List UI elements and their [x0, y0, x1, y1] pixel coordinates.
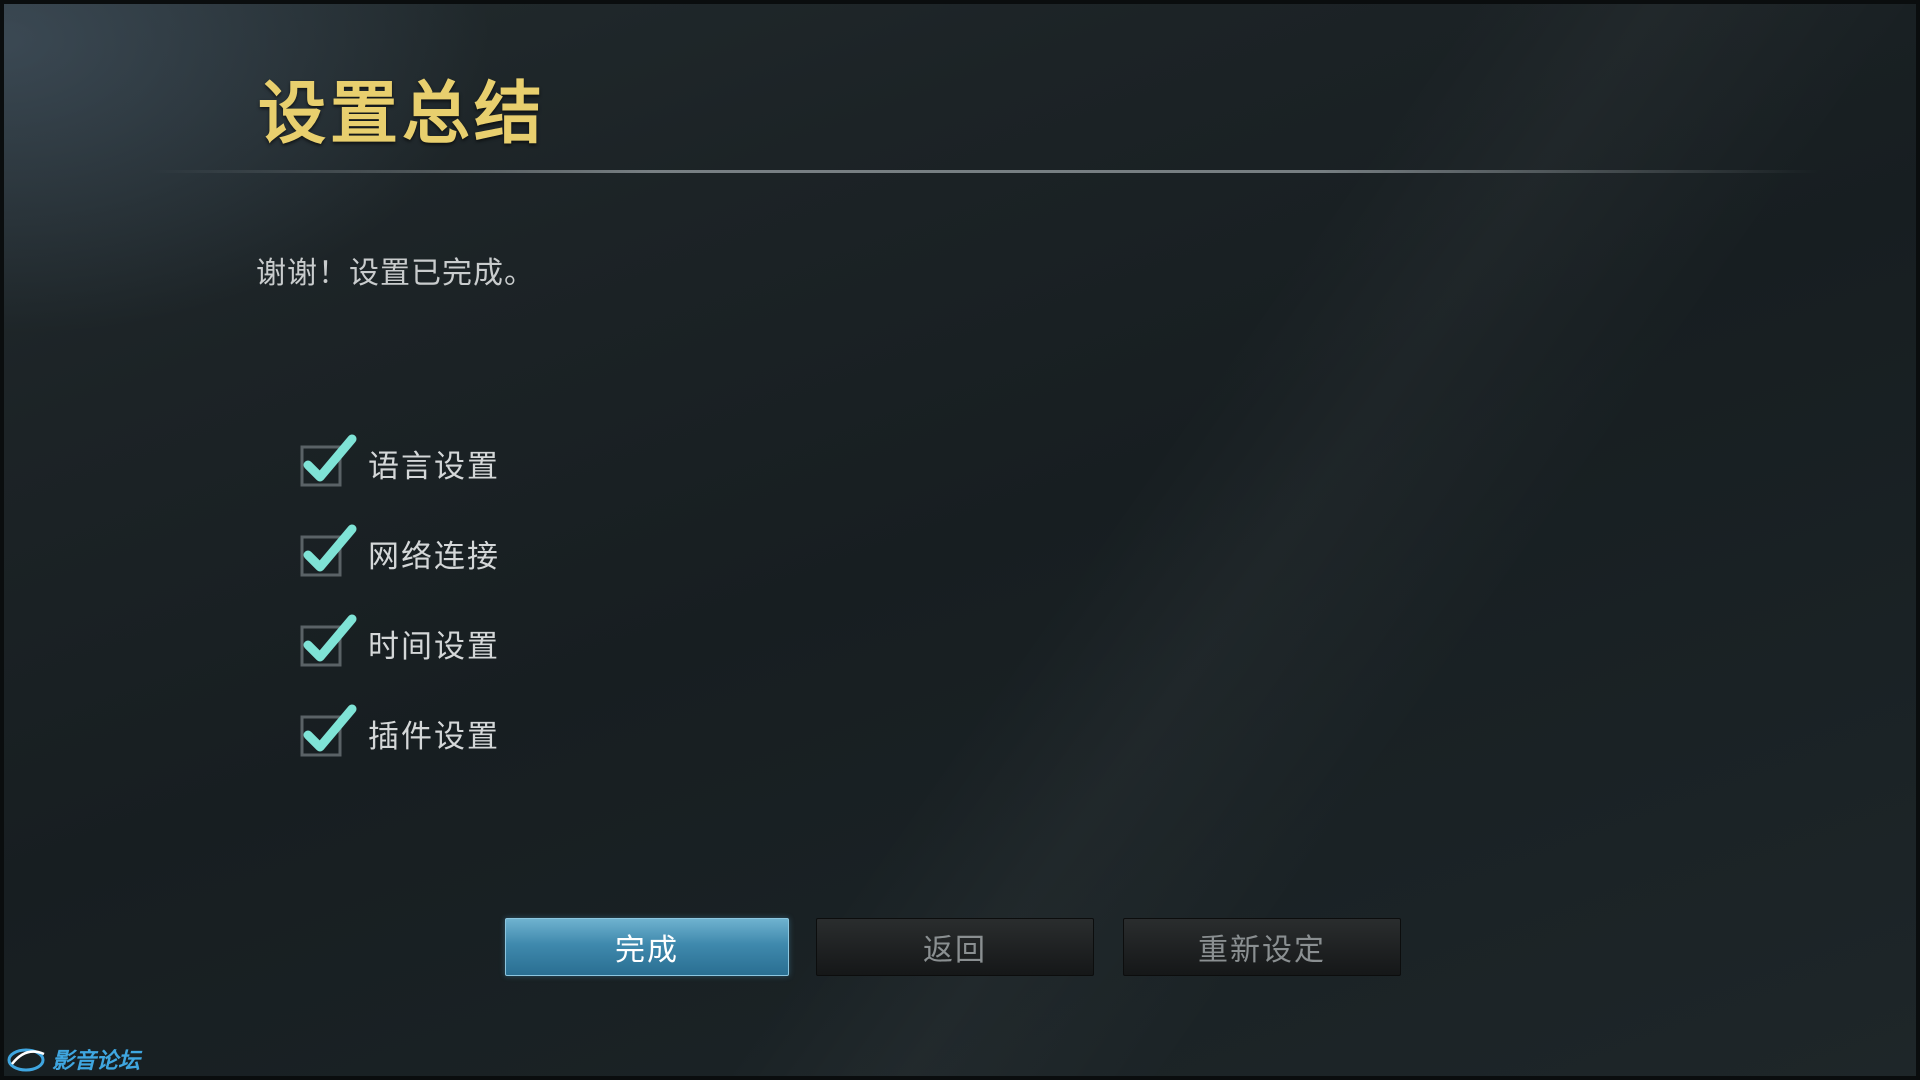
watermark-text: 影音论坛	[52, 1049, 141, 1074]
back-button[interactable]: 返回	[816, 918, 1094, 976]
done-button[interactable]: 完成	[505, 918, 789, 976]
checklist-item-label: 语言设置	[368, 448, 500, 485]
forum-watermark: 影音论坛	[6, 1042, 140, 1076]
setup-summary-screen: 设置总结 谢谢！设置已完成。 语言设置 网络连接 时间设置 插件设置 完成 返回…	[0, 0, 1920, 1080]
reset-button[interactable]: 重新设定	[1123, 918, 1401, 976]
checklist-item-label: 插件设置	[368, 718, 500, 755]
checklist-item-plugins: 插件设置	[300, 685, 700, 775]
checklist-item-network: 网络连接	[300, 505, 700, 595]
checked-checkbox-icon	[300, 524, 357, 577]
title-divider	[150, 170, 1820, 173]
setup-checklist: 语言设置 网络连接 时间设置 插件设置	[300, 415, 700, 775]
page-title: 设置总结	[258, 75, 547, 154]
checked-checkbox-icon	[300, 614, 357, 667]
swirl-logo-icon	[7, 1048, 45, 1072]
checked-checkbox-icon	[300, 704, 357, 757]
checklist-item-time: 时间设置	[300, 595, 700, 685]
completion-message: 谢谢！设置已完成。	[256, 256, 535, 291]
checklist-item-label: 时间设置	[368, 628, 500, 665]
checked-checkbox-icon	[300, 434, 357, 487]
checklist-item-language: 语言设置	[300, 415, 700, 505]
checklist-item-label: 网络连接	[368, 538, 500, 575]
